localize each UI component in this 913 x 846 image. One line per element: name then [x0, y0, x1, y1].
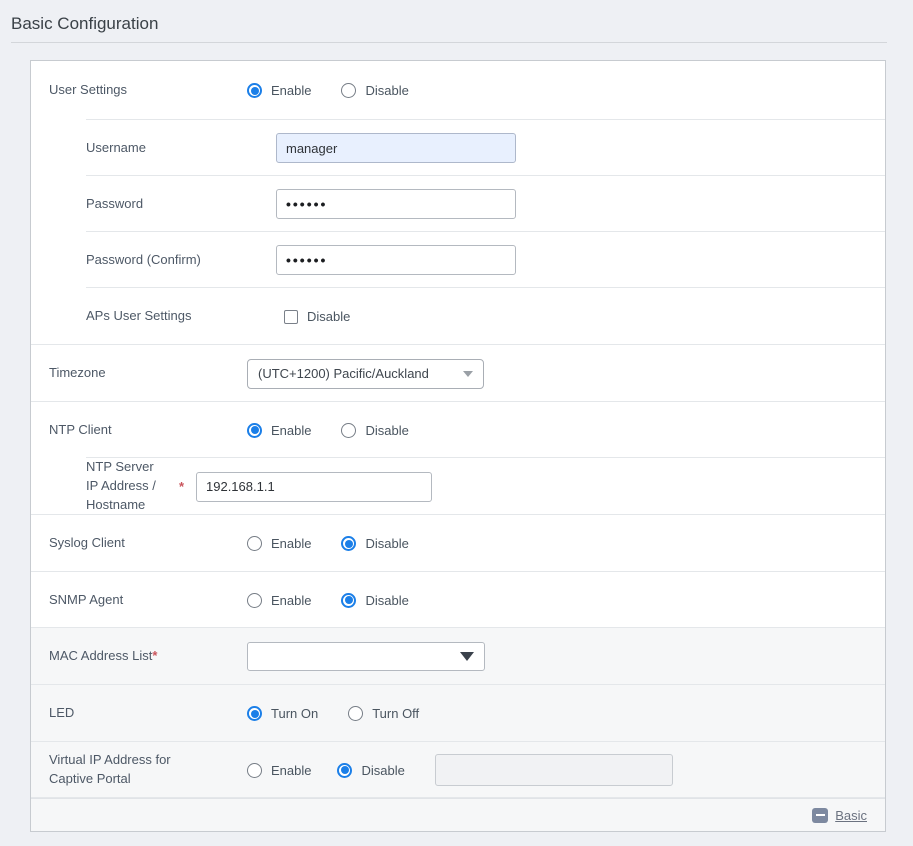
radio-checked-icon[interactable]	[341, 536, 356, 551]
title-divider	[11, 42, 887, 43]
syslog-enable-option[interactable]: Enable	[247, 536, 311, 551]
row-password-confirm: Password (Confirm)	[31, 232, 885, 288]
row-mac-address-list: MAC Address List*	[31, 628, 885, 685]
ntp-server-label-line2: IP Address / Hostname	[86, 477, 179, 515]
turn-off-option-label[interactable]: Turn Off	[372, 706, 419, 721]
enable-option-label[interactable]: Enable	[271, 593, 311, 608]
disable-option-label[interactable]: Disable	[365, 593, 408, 608]
radio-unchecked-icon[interactable]	[348, 706, 363, 721]
ntp-enable-option[interactable]: Enable	[247, 423, 311, 438]
username-label: Username	[31, 139, 276, 158]
radio-unchecked-icon[interactable]	[247, 536, 262, 551]
row-timezone: Timezone (UTC+1200) Pacific/Auckland	[31, 345, 885, 402]
row-syslog-client: Syslog Client Enable Disable	[31, 515, 885, 572]
mac-address-list-label-text: MAC Address List	[49, 648, 152, 663]
timezone-select[interactable]: (UTC+1200) Pacific/Auckland	[247, 359, 484, 389]
user-settings-disable-option[interactable]: Disable	[341, 83, 408, 98]
radio-checked-icon[interactable]	[247, 83, 262, 98]
led-turn-off-option[interactable]: Turn Off	[348, 706, 419, 721]
row-virtual-ip: Virtual IP Address for Captive Portal En…	[31, 742, 885, 798]
panel-footer: Basic	[31, 798, 885, 831]
minus-bar	[816, 814, 825, 816]
ntp-server-label: NTP Server IP Address / Hostname	[31, 458, 179, 515]
timezone-label: Timezone	[31, 364, 247, 383]
virtual-ip-label-line2: Captive Portal	[49, 770, 247, 789]
page-title: Basic Configuration	[11, 14, 158, 34]
row-username: Username	[31, 120, 885, 176]
mac-address-list-label: MAC Address List*	[31, 647, 247, 666]
led-label: LED	[31, 704, 247, 723]
radio-unchecked-icon[interactable]	[341, 423, 356, 438]
ntp-server-label-line1: NTP Server	[86, 458, 179, 477]
password-label: Password	[31, 195, 276, 214]
aps-user-settings-label: APs User Settings	[31, 307, 276, 326]
row-led: LED Turn On Turn Off	[31, 685, 885, 742]
enable-option-label[interactable]: Enable	[271, 536, 311, 551]
radio-unchecked-icon[interactable]	[247, 593, 262, 608]
chevron-down-icon[interactable]	[463, 371, 473, 377]
disable-option-label[interactable]: Disable	[365, 83, 408, 98]
basic-configuration-panel: User Settings Enable Disable Username Pa…	[30, 60, 886, 832]
virtual-ip-label: Virtual IP Address for Captive Portal	[31, 751, 247, 789]
snmp-enable-option[interactable]: Enable	[247, 593, 311, 608]
disable-option-label[interactable]: Disable	[361, 763, 404, 778]
syslog-client-label: Syslog Client	[31, 534, 247, 553]
checkbox-unchecked-icon[interactable]	[284, 310, 298, 324]
ntp-disable-option[interactable]: Disable	[341, 423, 408, 438]
ntp-client-label: NTP Client	[31, 421, 247, 440]
row-ntp-client: NTP Client Enable Disable	[31, 402, 885, 458]
dropdown-caret-icon[interactable]	[460, 652, 474, 661]
user-settings-label: User Settings	[31, 81, 247, 100]
row-user-settings: User Settings Enable Disable	[31, 61, 885, 120]
led-turn-on-option[interactable]: Turn On	[247, 706, 318, 721]
virtual-ip-label-line1: Virtual IP Address for	[49, 751, 247, 770]
ntp-server-input[interactable]	[196, 472, 432, 502]
disable-option-label[interactable]: Disable	[365, 536, 408, 551]
virtual-ip-enable-option[interactable]: Enable	[247, 763, 311, 778]
snmp-disable-option[interactable]: Disable	[341, 593, 408, 608]
radio-checked-icon[interactable]	[341, 593, 356, 608]
password-confirm-input[interactable]	[276, 245, 516, 275]
row-aps-user-settings: APs User Settings Disable	[31, 288, 885, 345]
aps-disable-option[interactable]: Disable	[276, 309, 350, 324]
mac-address-list-select[interactable]	[247, 642, 485, 671]
collapse-minus-icon[interactable]	[812, 808, 828, 823]
aps-disable-label[interactable]: Disable	[307, 309, 350, 324]
username-input[interactable]	[276, 133, 516, 163]
disable-option-label[interactable]: Disable	[365, 423, 408, 438]
row-snmp-agent: SNMP Agent Enable Disable	[31, 572, 885, 628]
radio-checked-icon[interactable]	[337, 763, 352, 778]
radio-checked-icon[interactable]	[247, 423, 262, 438]
password-input[interactable]	[276, 189, 516, 219]
radio-checked-icon[interactable]	[247, 706, 262, 721]
radio-unchecked-icon[interactable]	[247, 763, 262, 778]
enable-option-label[interactable]: Enable	[271, 763, 311, 778]
enable-option-label[interactable]: Enable	[271, 83, 311, 98]
password-confirm-label: Password (Confirm)	[31, 251, 276, 270]
timezone-selected-value: (UTC+1200) Pacific/Auckland	[258, 366, 429, 381]
row-ntp-server: NTP Server IP Address / Hostname *	[31, 458, 885, 515]
required-asterisk: *	[152, 648, 157, 663]
row-password: Password	[31, 176, 885, 232]
virtual-ip-input	[435, 754, 673, 786]
radio-unchecked-icon[interactable]	[341, 83, 356, 98]
required-asterisk: *	[179, 479, 189, 494]
snmp-agent-label: SNMP Agent	[31, 591, 247, 610]
turn-on-option-label[interactable]: Turn On	[271, 706, 318, 721]
user-settings-enable-option[interactable]: Enable	[247, 83, 311, 98]
virtual-ip-disable-option[interactable]: Disable	[337, 763, 404, 778]
syslog-disable-option[interactable]: Disable	[341, 536, 408, 551]
basic-collapse-link[interactable]: Basic	[835, 808, 867, 823]
enable-option-label[interactable]: Enable	[271, 423, 311, 438]
